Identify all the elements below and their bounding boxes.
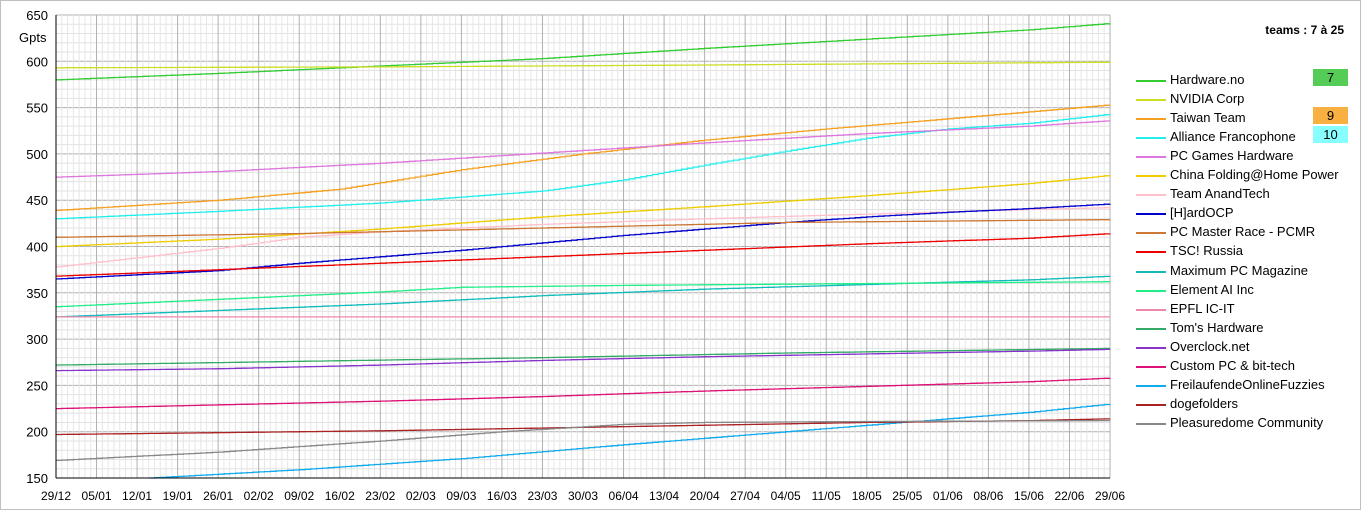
legend-item-china-folding-home-power: China Folding@Home Power [1136, 166, 1351, 185]
legend-item-dogefolders: dogefolders [1136, 395, 1351, 414]
x-tick-label: 18/05 [852, 489, 882, 503]
x-tick-label: 16/03 [487, 489, 517, 503]
legend-swatch [1136, 270, 1166, 273]
legend-label: Maximum PC Magazine [1170, 262, 1308, 278]
y-axis-label: Gpts [19, 30, 47, 45]
legend-item-pleasuredome-community: Pleasuredome Community [1136, 414, 1351, 433]
y-tick-label: 400 [26, 240, 48, 255]
legend-swatch [1136, 156, 1166, 159]
legend-label: Element AI Inc [1170, 281, 1254, 297]
y-tick-label: 250 [26, 378, 48, 393]
x-tick-label: 12/01 [122, 489, 152, 503]
x-tick-label: 16/02 [325, 489, 355, 503]
x-tick-label: 23/02 [365, 489, 395, 503]
legend-label: EPFL IC-IT [1170, 300, 1235, 316]
grid [55, 14, 1111, 479]
x-tick-label: 19/01 [163, 489, 193, 503]
legend-swatch [1136, 194, 1166, 197]
legend-label: China Folding@Home Power [1170, 167, 1339, 183]
chart-subtitle: teams : 7 à 25 [1265, 23, 1344, 37]
legend-item-freilaufendeonlinefuzzies: FreilaufendeOnlineFuzzies [1136, 376, 1351, 395]
x-tick-label: 29/12 [41, 489, 71, 503]
legend-swatch [1136, 137, 1166, 140]
legend-label: Overclock.net [1170, 338, 1250, 354]
x-tick-label: 25/05 [892, 489, 922, 503]
x-tick-label: 02/03 [406, 489, 436, 503]
legend-label: Custom PC & bit-tech [1170, 357, 1295, 373]
legend-label: Alliance Francophone [1170, 129, 1296, 145]
legend-label: NVIDIA Corp [1170, 91, 1245, 107]
x-tick-label: 20/04 [690, 489, 720, 503]
legend-swatch [1136, 251, 1166, 254]
legend-item-element-ai-inc: Element AI Inc [1136, 281, 1351, 300]
x-tick-label: 05/01 [82, 489, 112, 503]
y-tick-label: 350 [26, 286, 48, 301]
legend-swatch [1136, 289, 1166, 292]
legend-swatch [1136, 80, 1166, 82]
x-tick-label: 09/02 [284, 489, 314, 503]
legend-label: Tom's Hardware [1170, 319, 1264, 335]
x-tick-label: 09/03 [446, 489, 476, 503]
legend-swatch [1136, 232, 1166, 235]
y-tick-label: 200 [26, 425, 48, 440]
legend-label: [H]ardOCP [1170, 205, 1234, 221]
x-tick-label: 01/06 [933, 489, 963, 503]
legend-swatch [1136, 422, 1166, 425]
y-tick-label: 650 [26, 8, 48, 23]
legend-swatch [1136, 403, 1166, 406]
legend-item-maximum-pc-magazine: Maximum PC Magazine [1136, 262, 1351, 281]
rank-badge: 7 [1313, 69, 1348, 86]
legend-swatch [1136, 365, 1166, 368]
legend-item-h-ardocp: [H]ardOCP [1136, 204, 1351, 223]
legend-item-team-anandtech: Team AnandTech [1136, 185, 1351, 204]
legend-item-tom-s-hardware: Tom's Hardware [1136, 319, 1351, 338]
legend-label: Taiwan Team [1170, 110, 1246, 126]
x-tick-label: 13/04 [649, 489, 679, 503]
rank-badge: 9 [1313, 107, 1348, 125]
x-tick-label: 08/06 [973, 489, 1003, 503]
y-tick-label: 500 [26, 147, 48, 162]
x-tick-label: 29/06 [1095, 489, 1125, 503]
legend-label: Team AnandTech [1170, 186, 1270, 202]
legend-item-tsc-russia: TSC! Russia [1136, 242, 1351, 261]
legend-swatch [1136, 175, 1166, 178]
x-tick-label: 06/04 [609, 489, 639, 503]
rank-badge: 10 [1313, 126, 1348, 144]
y-tick-label: 550 [26, 101, 48, 116]
legend-label: Pleasuredome Community [1170, 414, 1324, 430]
x-tick-label: 04/05 [771, 489, 801, 503]
legend-label: TSC! Russia [1170, 243, 1243, 259]
legend-swatch [1136, 118, 1166, 121]
legend-label: Hardware.no [1170, 72, 1245, 87]
legend-label: PC Master Race - PCMR [1170, 224, 1316, 240]
y-tick-label: 300 [26, 332, 48, 347]
legend-label: PC Games Hardware [1170, 148, 1294, 164]
legend-item-overclock-net: Overclock.net [1136, 338, 1351, 357]
legend-swatch [1136, 327, 1166, 330]
legend-item-pc-master-race-pcmr: PC Master Race - PCMR [1136, 223, 1351, 242]
x-tick-label: 15/06 [1014, 489, 1044, 503]
legend-swatch [1136, 384, 1166, 387]
x-tick-label: 26/01 [203, 489, 233, 503]
legend-item-epfl-ic-it: EPFL IC-IT [1136, 300, 1351, 319]
legend-swatch [1136, 213, 1166, 216]
x-tick-label: 02/02 [244, 489, 274, 503]
y-tick-label: 150 [26, 471, 48, 486]
x-tick-label: 22/06 [1054, 489, 1084, 503]
x-tick-label: 11/05 [812, 489, 841, 503]
x-tick-label: 23/03 [527, 489, 557, 503]
legend-swatch [1136, 346, 1166, 349]
x-tick-label: 30/03 [568, 489, 598, 503]
legend-item-custom-pc-bit-tech: Custom PC & bit-tech [1136, 357, 1351, 376]
legend-label: dogefolders [1170, 395, 1238, 411]
y-tick-label: 600 [26, 54, 48, 69]
legend-item-pc-games-hardware: PC Games Hardware [1136, 147, 1351, 166]
y-tick-label: 450 [26, 193, 48, 208]
legend-swatch [1136, 99, 1166, 102]
legend-swatch [1136, 308, 1166, 311]
x-tick-label: 27/04 [730, 489, 760, 503]
legend-label: FreilaufendeOnlineFuzzies [1170, 376, 1325, 392]
